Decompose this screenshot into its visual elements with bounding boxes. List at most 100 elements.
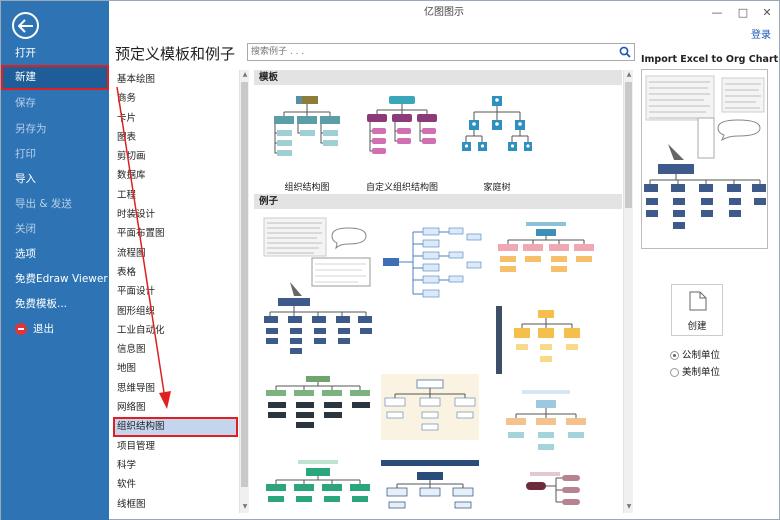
sidebar-item-new[interactable]: 新建 <box>1 65 109 90</box>
template-custom-org-chart[interactable]: 自定义组织结构图 <box>357 88 447 198</box>
sidebar-item-exit[interactable]: 退出 <box>1 317 109 342</box>
category-item[interactable]: 科学 <box>113 456 238 475</box>
category-item[interactable]: 基本绘图 <box>113 70 238 89</box>
minimize-icon[interactable]: — <box>709 5 725 19</box>
sidebar: 打开 新建 保存 另存为 打印 导入 导出 & 发送 关闭 选项 免费Edraw… <box>1 1 109 520</box>
category-item[interactable]: 图表 <box>113 128 238 147</box>
category-item[interactable]: 网络图 <box>113 398 238 417</box>
search-box <box>247 43 635 61</box>
sidebar-item-options[interactable]: 选项 <box>1 242 109 267</box>
template-family-tree[interactable]: 家庭树 <box>452 88 542 198</box>
sidebar-item-export-send[interactable]: 导出 & 发送 <box>1 192 109 217</box>
scroll-up-icon[interactable]: ▲ <box>625 71 633 79</box>
category-item[interactable]: 卡片 <box>113 109 238 128</box>
sidebar-item-exit-label: 退出 <box>33 323 54 335</box>
category-list: 基本绘图 商务 卡片 图表 剪切画 数据库 工程 时装设计 平面布置图 流程图 表格 平面设计 图形组织… <box>113 70 238 512</box>
category-item[interactable]: 软件 <box>113 475 238 494</box>
category-item[interactable]: 组织结构图 <box>113 417 238 437</box>
preview-image <box>641 69 768 249</box>
unit-imperial-label: 美制单位 <box>682 367 721 378</box>
close-icon[interactable]: ✕ <box>759 5 775 19</box>
create-button-label: 创建 <box>687 321 707 332</box>
example-thumbnail <box>381 374 479 440</box>
example-photo-org-chart[interactable] <box>496 220 596 280</box>
example-thumbnail <box>498 222 594 272</box>
category-item[interactable]: 表格 <box>113 263 238 282</box>
unit-imperial-option[interactable]: 美制单位 <box>670 364 720 378</box>
panel-scrollbar[interactable]: ▲ ▼ <box>623 70 633 513</box>
category-item[interactable]: 线框图 <box>113 495 238 512</box>
example-blue-tree-chart[interactable] <box>379 222 489 304</box>
category-item[interactable]: 平面布置图 <box>113 224 238 243</box>
preview-title: Import Excel to Org Chart <box>641 54 779 65</box>
example-thumbnail <box>526 472 580 505</box>
category-item[interactable]: 思维导图 <box>113 379 238 398</box>
sidebar-item-free-viewer[interactable]: 免费Edraw Viewer <box>1 267 109 292</box>
category-item[interactable]: 地图 <box>113 359 238 378</box>
example-card-org-chart[interactable] <box>496 306 596 374</box>
example-green-org-chart[interactable] <box>262 456 374 513</box>
example-maroon-org-chart[interactable] <box>496 468 596 513</box>
exit-icon <box>15 323 27 335</box>
scroll-up-icon[interactable]: ▲ <box>241 71 249 79</box>
sidebar-item-save[interactable]: 保存 <box>1 91 109 116</box>
example-thumbnail <box>381 460 479 509</box>
template-panel: 模板 组织结构图 自定义组织结构图 家庭树 例子 <box>254 70 622 513</box>
example-beige-org-chart[interactable] <box>381 374 479 440</box>
category-item[interactable]: 工业自动化 <box>113 321 238 340</box>
preview-thumbnail <box>644 75 766 229</box>
sidebar-item-open[interactable]: 打开 <box>1 41 109 66</box>
maximize-icon[interactable]: □ <box>735 5 751 19</box>
new-document-icon <box>689 291 707 311</box>
template-label: 组织结构图 <box>284 183 330 193</box>
back-arrow-icon[interactable] <box>12 12 39 39</box>
unit-metric-label: 公制单位 <box>682 350 721 361</box>
example-thumbnail <box>496 306 580 374</box>
template-org-chart[interactable]: 组织结构图 <box>262 88 352 198</box>
example-thumbnail <box>263 217 372 354</box>
sidebar-item-free-templates[interactable]: 免费模板... <box>1 292 109 317</box>
sidebar-item-close[interactable]: 关闭 <box>1 217 109 242</box>
example-dark-org-chart[interactable] <box>262 374 374 440</box>
category-item[interactable]: 流程图 <box>113 244 238 263</box>
category-item[interactable]: 数据库 <box>113 166 238 185</box>
app-window: 打开 新建 保存 另存为 打印 导入 导出 & 发送 关闭 选项 免费Edraw… <box>0 0 780 520</box>
template-label: 自定义组织结构图 <box>365 183 438 193</box>
example-navy-org-chart[interactable] <box>381 460 479 513</box>
window-title: 亿图图示 <box>424 7 464 18</box>
example-thumbnail <box>266 460 370 502</box>
category-item[interactable]: 图形组织 <box>113 302 238 321</box>
custom-org-chart-thumbnail <box>367 96 437 154</box>
example-thumbnail <box>506 390 586 450</box>
login-link[interactable]: 登录 <box>751 26 771 41</box>
sidebar-item-save-as[interactable]: 另存为 <box>1 117 109 142</box>
scroll-down-icon[interactable]: ▼ <box>625 503 633 511</box>
category-item[interactable]: 商务 <box>113 89 238 108</box>
category-scrollbar[interactable]: ▲ ▼ <box>239 70 249 513</box>
example-light-org-chart[interactable] <box>496 388 596 460</box>
search-icon[interactable] <box>619 46 631 58</box>
radio-imperial[interactable] <box>670 368 679 377</box>
category-item[interactable]: 信息图 <box>113 340 238 359</box>
category-item[interactable]: 时装设计 <box>113 205 238 224</box>
family-tree-thumbnail <box>462 96 532 151</box>
unit-metric-option[interactable]: 公制单位 <box>670 347 720 361</box>
category-item[interactable]: 项目管理 <box>113 437 238 456</box>
scroll-down-icon[interactable]: ▼ <box>241 503 249 511</box>
sidebar-item-print[interactable]: 打印 <box>1 142 109 167</box>
examples-header: 例子 <box>254 194 622 209</box>
example-excel-org-chart[interactable] <box>262 214 374 364</box>
org-chart-thumbnail <box>274 96 340 156</box>
page-title: 预定义模板和例子 <box>115 45 236 63</box>
panel-scroll-thumb[interactable] <box>625 82 632 208</box>
sidebar-item-import[interactable]: 导入 <box>1 167 109 192</box>
templates-header: 模板 <box>254 70 622 85</box>
category-item[interactable]: 平面设计 <box>113 282 238 301</box>
category-item[interactable]: 工程 <box>113 186 238 205</box>
radio-metric[interactable] <box>670 351 679 360</box>
search-input[interactable] <box>248 44 608 60</box>
example-thumbnail <box>266 376 370 428</box>
category-scroll-thumb[interactable] <box>241 82 248 487</box>
category-item[interactable]: 剪切画 <box>113 147 238 166</box>
example-thumbnail <box>383 227 482 298</box>
